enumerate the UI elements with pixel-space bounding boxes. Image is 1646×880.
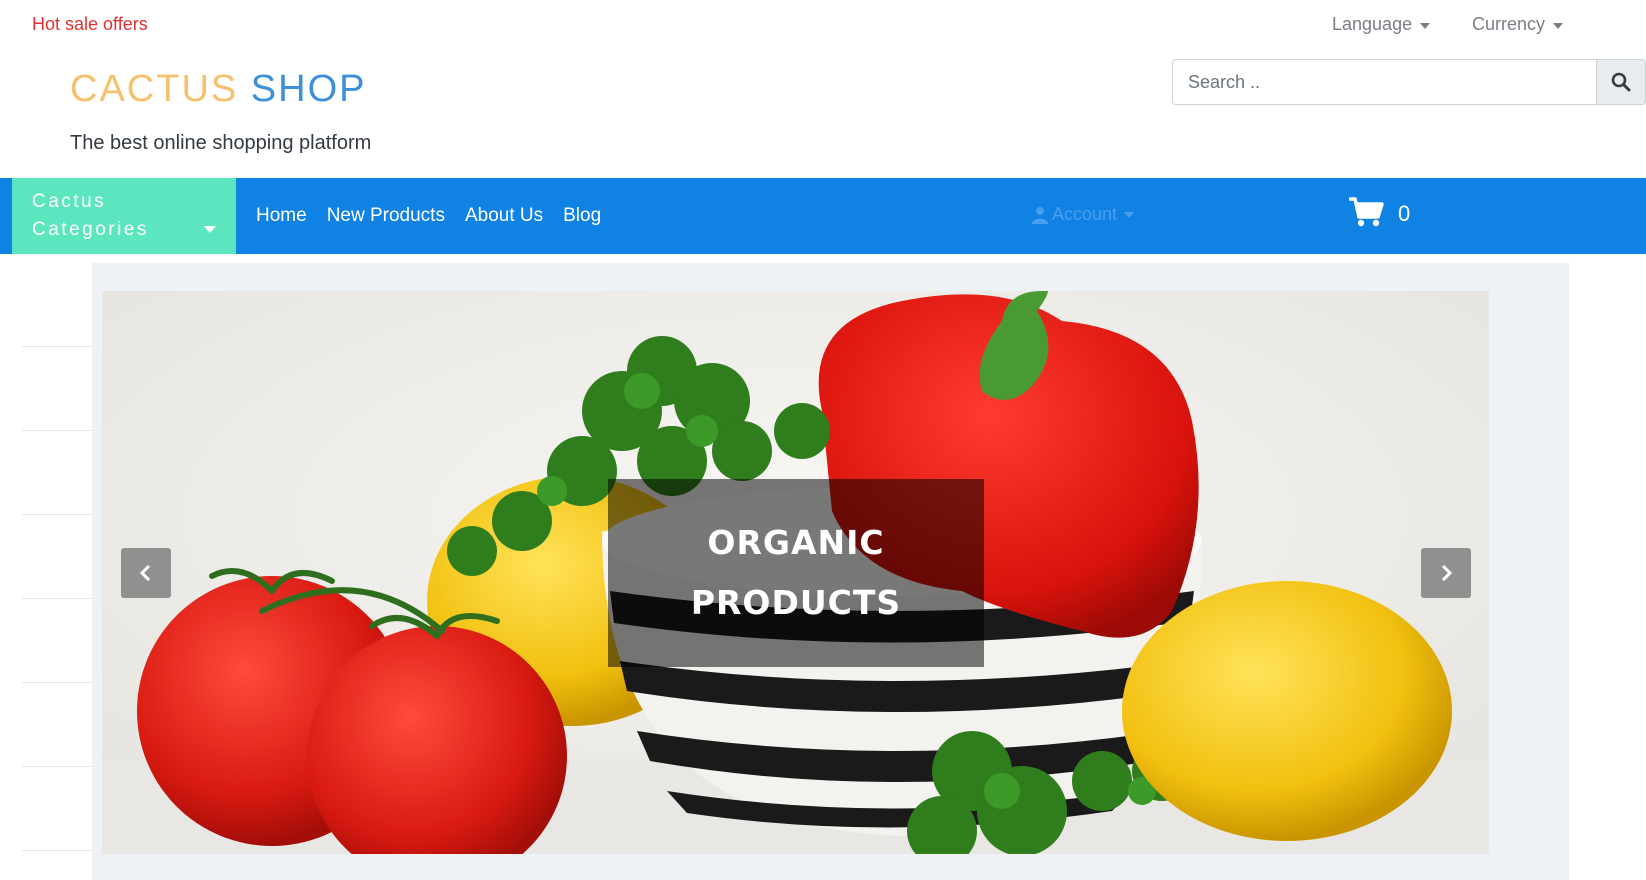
currency-dropdown[interactable]: Currency: [1472, 14, 1564, 35]
nav-link-about-us[interactable]: About Us: [465, 205, 543, 227]
caret-down-icon: [1420, 22, 1431, 29]
search-bar: [1172, 59, 1646, 105]
cart-count: 0: [1398, 201, 1411, 226]
caption-line-1: ORGANIC: [707, 523, 885, 562]
sidebar-divider: [22, 766, 92, 767]
sidebar-divider: [22, 850, 92, 851]
language-label: Language: [1332, 14, 1413, 34]
chevron-left-icon: [139, 564, 151, 582]
tagline: The best online shopping platform: [70, 132, 372, 154]
sidebar-divider: [22, 514, 92, 515]
chevron-right-icon: [1441, 564, 1453, 582]
nav-link-blog[interactable]: Blog: [563, 205, 601, 227]
carousel-prev-button[interactable]: [121, 548, 171, 598]
search-button[interactable]: [1596, 59, 1646, 105]
sidebar-divider: [22, 430, 92, 431]
carousel-next-button[interactable]: [1421, 548, 1471, 598]
search-input[interactable]: [1172, 59, 1596, 105]
user-icon: [1032, 206, 1048, 224]
caret-down-icon: [1124, 211, 1135, 218]
nav-links: Home New Products About Us Blog: [256, 178, 601, 254]
caret-down-icon: [204, 226, 216, 233]
sidebar-divider: [22, 682, 92, 683]
hot-sale-link[interactable]: Hot sale offers: [32, 14, 148, 35]
sidebar-divider: [22, 346, 92, 347]
logo-word-2: SHOP: [250, 68, 367, 110]
categories-label-line2: Categories: [32, 219, 149, 240]
logo-word-1: CACTUS: [70, 68, 239, 110]
main-navbar: Cactus Categories Home New Products Abou…: [0, 178, 1646, 254]
categories-dropdown[interactable]: Cactus Categories: [12, 178, 236, 254]
sidebar-divider: [22, 598, 92, 599]
categories-label-line1: Cactus: [32, 191, 107, 212]
cart-icon: [1349, 197, 1384, 227]
carousel-caption: ORGANIC PRODUCTS: [608, 479, 984, 667]
hero-carousel: ORGANIC PRODUCTS: [102, 291, 1489, 854]
account-label: Account: [1052, 204, 1118, 224]
language-dropdown[interactable]: Language: [1332, 14, 1431, 35]
cart-button[interactable]: 0: [1348, 196, 1410, 228]
caption-line-2: PRODUCTS: [690, 583, 902, 622]
nav-link-home[interactable]: Home: [256, 205, 307, 227]
currency-label: Currency: [1472, 14, 1546, 34]
caret-down-icon: [1553, 22, 1564, 29]
search-icon: [1611, 72, 1631, 92]
category-sidebar: [22, 254, 92, 880]
top-bar: Hot sale offers Language Currency: [0, 0, 1646, 50]
account-dropdown[interactable]: Account: [1032, 204, 1135, 225]
site-logo[interactable]: CACTUS SHOP: [70, 68, 367, 111]
nav-link-new-products[interactable]: New Products: [327, 205, 445, 227]
